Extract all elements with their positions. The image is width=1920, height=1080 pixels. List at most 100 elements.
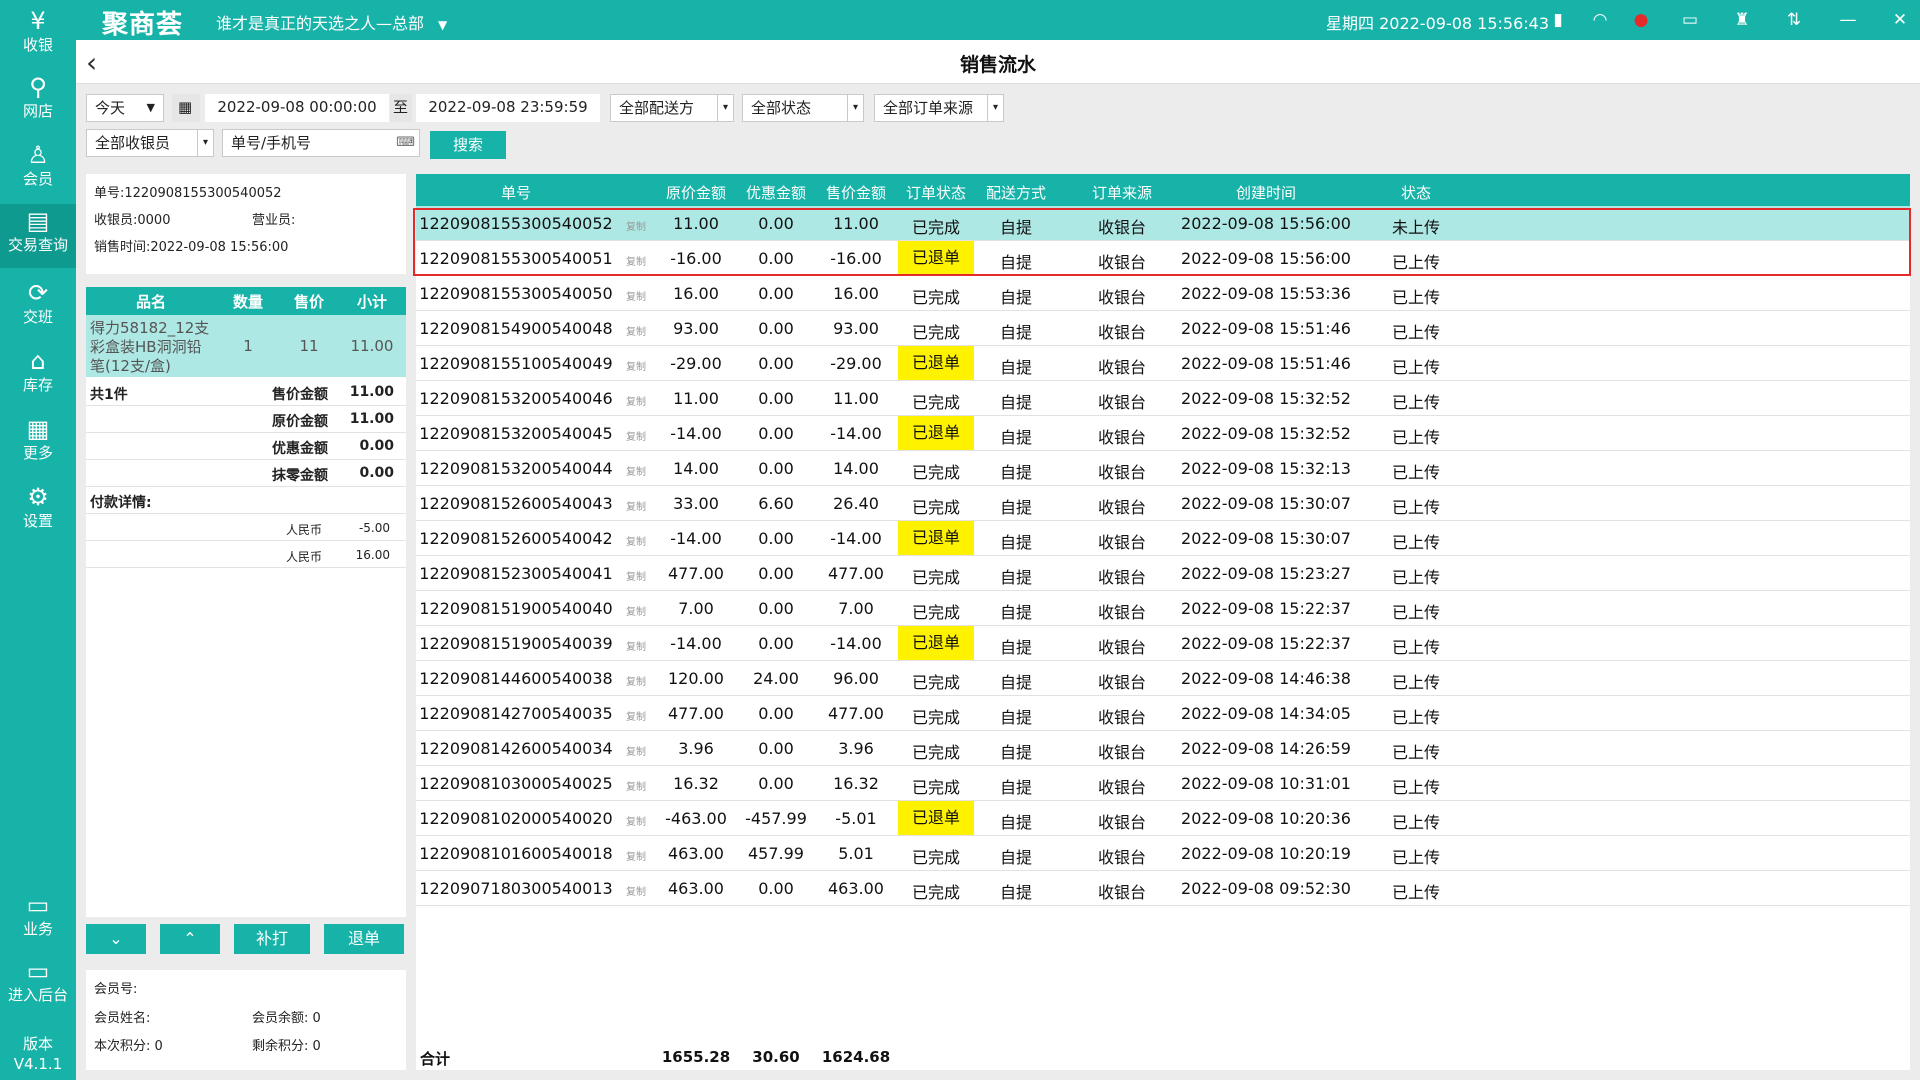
nav-cashier[interactable]: ¥ 收银 bbox=[0, 4, 76, 66]
cell-order-no: 1220908153200540044 bbox=[419, 459, 613, 478]
copy-link[interactable]: 复制 bbox=[616, 358, 656, 373]
keyboard-icon[interactable]: ⌨ bbox=[396, 130, 415, 156]
table-row[interactable]: 1220908153200540046 复制 11.00 0.00 11.00 已完成 自提… bbox=[416, 381, 1910, 416]
printer-icon[interactable]: ● bbox=[1629, 8, 1653, 32]
cell-sale: 14.00 bbox=[833, 459, 879, 478]
table-row[interactable]: 1220908155100540049 复制 -29.00 0.00 -29.00 已退单… bbox=[416, 346, 1910, 381]
nav-transactions[interactable]: ▤ 交易查询 bbox=[0, 204, 76, 268]
nav-settings[interactable]: ⚙ 设置 bbox=[0, 480, 76, 542]
copy-link[interactable]: 复制 bbox=[616, 253, 656, 268]
cell-source: 收银台 bbox=[1097, 393, 1146, 412]
wifi-icon: ◠ bbox=[1592, 10, 1608, 30]
refund-button[interactable]: 退单 bbox=[324, 924, 404, 954]
nav-label: 业务 bbox=[22, 920, 53, 938]
table-row[interactable]: 1220908153200540044 复制 14.00 0.00 14.00 已完成 自提… bbox=[416, 451, 1910, 486]
copy-link[interactable]: 复制 bbox=[616, 848, 656, 863]
copy-link[interactable]: 复制 bbox=[616, 813, 656, 828]
table-row[interactable]: 1220908152600540043 复制 33.00 6.60 26.40 已完成 自提… bbox=[416, 486, 1910, 521]
table-row[interactable]: 1220908154900540048 复制 93.00 0.00 93.00 已完成 自提… bbox=[416, 311, 1910, 346]
table-row[interactable]: 1220908152600540042 复制 -14.00 0.00 -14.00 已退单… bbox=[416, 521, 1910, 556]
copy-link[interactable]: 复制 bbox=[616, 743, 656, 758]
table-row[interactable]: 1220908142600540034 复制 3.96 0.00 3.96 已完成 自提 收银… bbox=[416, 731, 1910, 766]
cell-order-no: 1220908155300540052 bbox=[419, 214, 613, 233]
store-selector[interactable]: 谁才是真正的天选之人—总部 ▼ bbox=[216, 10, 447, 34]
end-date-input[interactable]: 2022-09-08 23:59:59 bbox=[416, 94, 600, 122]
switch-icon[interactable]: ⇅ bbox=[1782, 8, 1806, 32]
cell-upload-status: 已上传 bbox=[1391, 428, 1440, 447]
delivery-select[interactable]: 全部配送方 ▾ bbox=[610, 94, 734, 122]
search-input[interactable]: 单号/手机号 ⌨ bbox=[222, 129, 420, 157]
reprint-button[interactable]: 补打 bbox=[234, 924, 310, 954]
copy-link[interactable]: 复制 bbox=[616, 463, 656, 478]
table-row[interactable]: 1220908142700540035 复制 477.00 0.00 477.00 已完成… bbox=[416, 696, 1910, 731]
table-row[interactable]: 1220908155300540052 复制 11.00 0.00 11.00 已完成 自提… bbox=[416, 206, 1910, 241]
cell-order-status: 已完成 bbox=[911, 498, 960, 517]
period-select[interactable]: 今天 ▼ bbox=[86, 94, 164, 122]
table-row[interactable]: 1220908153200540045 复制 -14.00 0.00 -14.00 已退单… bbox=[416, 416, 1910, 451]
table-row[interactable]: 1220907180300540013 复制 463.00 0.00 463.00 已完成… bbox=[416, 871, 1910, 906]
table-row[interactable]: 1220908101600540018 复制 463.00 457.99 5.01 已完成… bbox=[416, 836, 1910, 871]
table-row[interactable]: 1220908102000540020 复制 -463.00 -457.99 -5.01… bbox=[416, 801, 1910, 836]
cashier-select[interactable]: 全部收银员 ▾ bbox=[86, 129, 214, 157]
minimize-icon[interactable]: — bbox=[1836, 8, 1860, 32]
status-select[interactable]: 全部状态 ▾ bbox=[742, 94, 864, 122]
cell-created: 2022-09-08 15:22:37 bbox=[1181, 599, 1351, 618]
table-row[interactable]: 1220908144600540038 复制 120.00 24.00 96.00 已完成… bbox=[416, 661, 1910, 696]
totals-label: 合计 bbox=[420, 1050, 451, 1068]
copy-link[interactable]: 复制 bbox=[616, 673, 656, 688]
nav-online-store[interactable]: ⚲ 网店 bbox=[0, 70, 76, 132]
table-row[interactable]: 1220908155300540051 复制 -16.00 0.00 -16.00 已退单… bbox=[416, 241, 1910, 276]
scroll-up-button[interactable]: ⌃ bbox=[160, 924, 220, 954]
copy-link[interactable]: 复制 bbox=[616, 568, 656, 583]
copy-link[interactable]: 复制 bbox=[616, 778, 656, 793]
sum-value: 11.00 bbox=[349, 384, 394, 400]
cell-original: 463.00 bbox=[668, 844, 724, 863]
close-icon[interactable]: ✕ bbox=[1888, 8, 1912, 32]
nav-member[interactable]: ♙ 会员 bbox=[0, 138, 76, 200]
copy-link[interactable]: 复制 bbox=[616, 393, 656, 408]
copy-link[interactable]: 复制 bbox=[616, 288, 656, 303]
copy-link[interactable]: 复制 bbox=[616, 533, 656, 548]
item-qty: 1 bbox=[243, 337, 253, 355]
copy-link[interactable]: 复制 bbox=[616, 603, 656, 618]
cell-created: 2022-09-08 15:30:07 bbox=[1181, 494, 1351, 513]
table-row[interactable]: 1220908151900540040 复制 7.00 0.00 7.00 已完成 自提 收银… bbox=[416, 591, 1910, 626]
scroll-down-button[interactable]: ⌄ bbox=[86, 924, 146, 954]
cell-created: 2022-09-08 15:56:00 bbox=[1181, 249, 1351, 268]
copy-link[interactable]: 复制 bbox=[616, 883, 656, 898]
copy-link[interactable]: 复制 bbox=[616, 218, 656, 233]
cell-discount: 0.00 bbox=[758, 354, 794, 373]
cell-upload-status: 已上传 bbox=[1391, 463, 1440, 482]
col-name: 品名 bbox=[135, 293, 166, 311]
cell-source: 收银台 bbox=[1097, 778, 1146, 797]
nav-inventory[interactable]: ⌂ 库存 bbox=[0, 344, 76, 406]
search-button[interactable]: 搜索 bbox=[430, 131, 506, 159]
table-row[interactable]: 1220908155300540050 复制 16.00 0.00 16.00 已完成 自提… bbox=[416, 276, 1910, 311]
item-row[interactable]: 得力58182_12支彩盒装HB洞洞铅笔(12支/盒) 1 11 11.00 bbox=[86, 315, 406, 377]
nav-more[interactable]: ▦ 更多 bbox=[0, 412, 76, 474]
copy-link[interactable]: 复制 bbox=[616, 498, 656, 513]
source-select[interactable]: 全部订单来源 ▾ bbox=[874, 94, 1004, 122]
document-icon: ▤ bbox=[26, 207, 50, 235]
payment-amount: -5.00 bbox=[358, 521, 390, 535]
message-icon[interactable]: ▭ bbox=[1678, 8, 1702, 32]
cell-source: 收银台 bbox=[1097, 848, 1146, 867]
copy-link[interactable]: 复制 bbox=[616, 708, 656, 723]
copy-link[interactable]: 复制 bbox=[616, 428, 656, 443]
copy-link[interactable]: 复制 bbox=[616, 638, 656, 653]
nav-business[interactable]: ▭ 业务 bbox=[0, 888, 76, 950]
shirt-icon[interactable]: ♜ bbox=[1730, 8, 1754, 32]
nav-shift[interactable]: ⟳ 交班 bbox=[0, 276, 76, 338]
cell-upload-status: 已上传 bbox=[1391, 813, 1440, 832]
table-row[interactable]: 1220908103000540025 复制 16.32 0.00 16.32 已完成 自提… bbox=[416, 766, 1910, 801]
start-date-input[interactable]: 2022-09-08 00:00:00 bbox=[205, 94, 389, 122]
cell-upload-status: 已上传 bbox=[1391, 533, 1440, 552]
table-row[interactable]: 1220908151900540039 复制 -14.00 0.00 -14.00 已退单… bbox=[416, 626, 1910, 661]
cell-sale: 3.96 bbox=[838, 739, 874, 758]
cell-original: -463.00 bbox=[665, 809, 727, 828]
calendar-icon[interactable]: ▦ bbox=[172, 94, 200, 122]
table-row[interactable]: 1220908152300540041 复制 477.00 0.00 477.00 已完成… bbox=[416, 556, 1910, 591]
nav-backend[interactable]: ▭ 进入后台 bbox=[0, 954, 76, 1016]
chevron-down-icon: ▼ bbox=[146, 101, 155, 114]
copy-link[interactable]: 复制 bbox=[616, 323, 656, 338]
